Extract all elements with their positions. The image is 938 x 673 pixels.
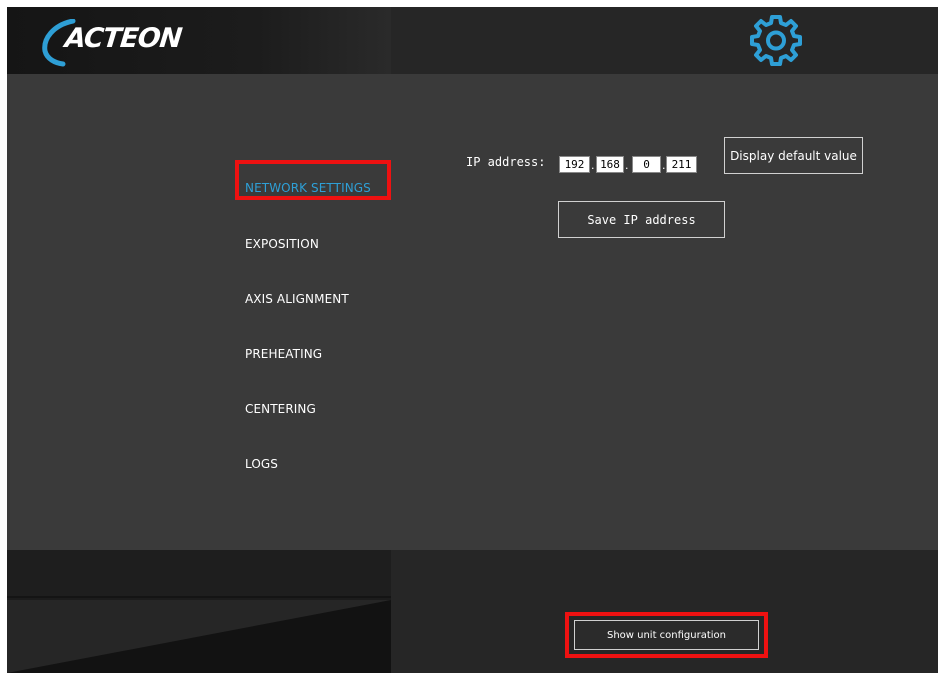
footer-left-panel bbox=[7, 550, 391, 673]
ip-address-label: IP address: bbox=[466, 155, 546, 169]
ip-separator: . bbox=[591, 159, 595, 172]
ip-octet-1-input[interactable]: 192 bbox=[559, 156, 590, 173]
acteon-logo: ACTEON bbox=[39, 19, 189, 69]
sidebar-item-network-settings[interactable]: NETWORK SETTINGS bbox=[245, 181, 371, 195]
sidebar-item-exposition[interactable]: EXPOSITION bbox=[245, 237, 319, 251]
show-unit-configuration-button[interactable]: Show unit configuration bbox=[574, 620, 759, 650]
sidebar-item-axis-alignment[interactable]: AXIS ALIGNMENT bbox=[245, 292, 349, 306]
main-panel: NETWORK SETTINGS EXPOSITION AXIS ALIGNME… bbox=[7, 74, 938, 550]
app-window: ACTEON NETWORK SETTINGS EXPOSITION AXIS … bbox=[7, 7, 938, 673]
sidebar-item-logs[interactable]: LOGS bbox=[245, 457, 278, 471]
ip-octet-3-input[interactable]: 0 bbox=[632, 156, 661, 173]
footer-diagonal-shape bbox=[7, 600, 391, 673]
ip-octet-4-input[interactable]: 211 bbox=[666, 156, 697, 173]
ip-separator: . bbox=[625, 159, 629, 172]
gear-icon[interactable] bbox=[749, 13, 803, 67]
display-default-value-button[interactable]: Display default value bbox=[724, 137, 863, 174]
ip-octet-2-input[interactable]: 168 bbox=[596, 156, 624, 173]
header-logo-area: ACTEON bbox=[7, 7, 391, 74]
logo-text: ACTEON bbox=[63, 23, 183, 54]
save-ip-address-button[interactable]: Save IP address bbox=[558, 201, 725, 238]
ip-separator: . bbox=[662, 159, 666, 172]
footer-band bbox=[7, 550, 391, 598]
header-settings-area bbox=[391, 7, 938, 74]
footer: Show unit configuration bbox=[7, 550, 938, 673]
sidebar-item-preheating[interactable]: PREHEATING bbox=[245, 347, 322, 361]
sidebar-item-centering[interactable]: CENTERING bbox=[245, 402, 316, 416]
